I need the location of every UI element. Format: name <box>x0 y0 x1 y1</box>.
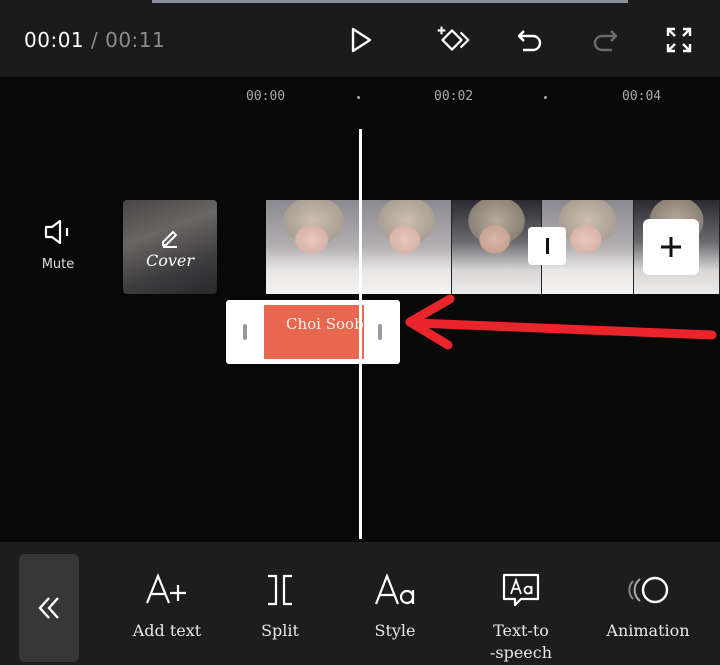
redo-button[interactable] <box>585 20 625 60</box>
redo-icon <box>593 30 618 52</box>
bottom-toolbar: Add text Split Style Text-to -speech Ani… <box>0 542 720 665</box>
text-to-speech-label: Text-to -speech <box>489 621 553 662</box>
animation-icon <box>628 576 669 604</box>
undo-button[interactable] <box>510 20 550 60</box>
collapse-button[interactable] <box>19 554 79 662</box>
cover-button[interactable]: Cover <box>123 200 217 294</box>
ruler-tick: 00:04 <box>622 89 662 104</box>
ruler-dot <box>544 96 547 99</box>
split-button[interactable]: Split <box>248 570 312 642</box>
transition-marker[interactable] <box>528 227 566 265</box>
text-clip-label: Choi Soob <box>286 315 364 333</box>
keyframe-icon <box>437 26 470 51</box>
time-separator: / <box>91 28 99 52</box>
animation-label: Animation <box>606 621 690 640</box>
edit-pencil-icon <box>162 230 178 248</box>
add-clip-button[interactable] <box>643 219 699 275</box>
red-arrow-annotation <box>405 294 717 350</box>
timeline[interactable]: 00:00 00:02 00:04 Mute Cover Choi Soob <box>0 77 720 542</box>
split-label: Split <box>261 621 299 640</box>
ruler-tick: 00:00 <box>246 89 286 104</box>
text-to-speech-icon <box>502 573 540 607</box>
time-display: 00:01 / 00:11 <box>24 28 165 52</box>
mute-label: Mute <box>41 257 75 272</box>
keyframe-button[interactable] <box>432 20 472 60</box>
style-icon <box>374 573 415 605</box>
plus-icon <box>661 237 681 257</box>
text-to-speech-button[interactable]: Text-to -speech <box>478 570 564 664</box>
split-icon <box>268 574 292 606</box>
trim-handle-right[interactable] <box>378 324 382 340</box>
text-clip[interactable]: Choi Soob <box>226 300 400 364</box>
speaker-icon <box>44 219 69 245</box>
ruler-dot <box>357 96 360 99</box>
current-time: 00:01 <box>24 28 85 52</box>
mute-button[interactable]: Mute <box>30 217 86 272</box>
top-bar: 00:01 / 00:11 <box>0 0 720 77</box>
playhead[interactable] <box>359 129 362 539</box>
cover-label: Cover <box>145 250 195 270</box>
video-frame <box>362 200 452 294</box>
double-chevron-left-icon <box>38 597 59 619</box>
add-text-icon <box>145 573 186 604</box>
trim-handle-left[interactable] <box>243 324 247 340</box>
style-label: Style <box>374 621 416 640</box>
video-frame <box>266 200 362 294</box>
style-button[interactable]: Style <box>360 570 430 642</box>
total-time: 00:11 <box>105 28 166 52</box>
ruler-tick: 00:02 <box>434 89 474 104</box>
add-text-button[interactable]: Add text <box>124 570 210 642</box>
fullscreen-icon <box>666 27 692 53</box>
fullscreen-button[interactable] <box>659 20 699 60</box>
status-strip <box>152 0 628 3</box>
undo-icon <box>517 30 542 52</box>
animation-button[interactable]: Animation <box>602 570 694 642</box>
play-button[interactable] <box>340 20 380 60</box>
add-text-label: Add text <box>132 621 202 640</box>
text-clip-body[interactable]: Choi Soob <box>264 305 364 359</box>
play-icon <box>351 27 372 53</box>
